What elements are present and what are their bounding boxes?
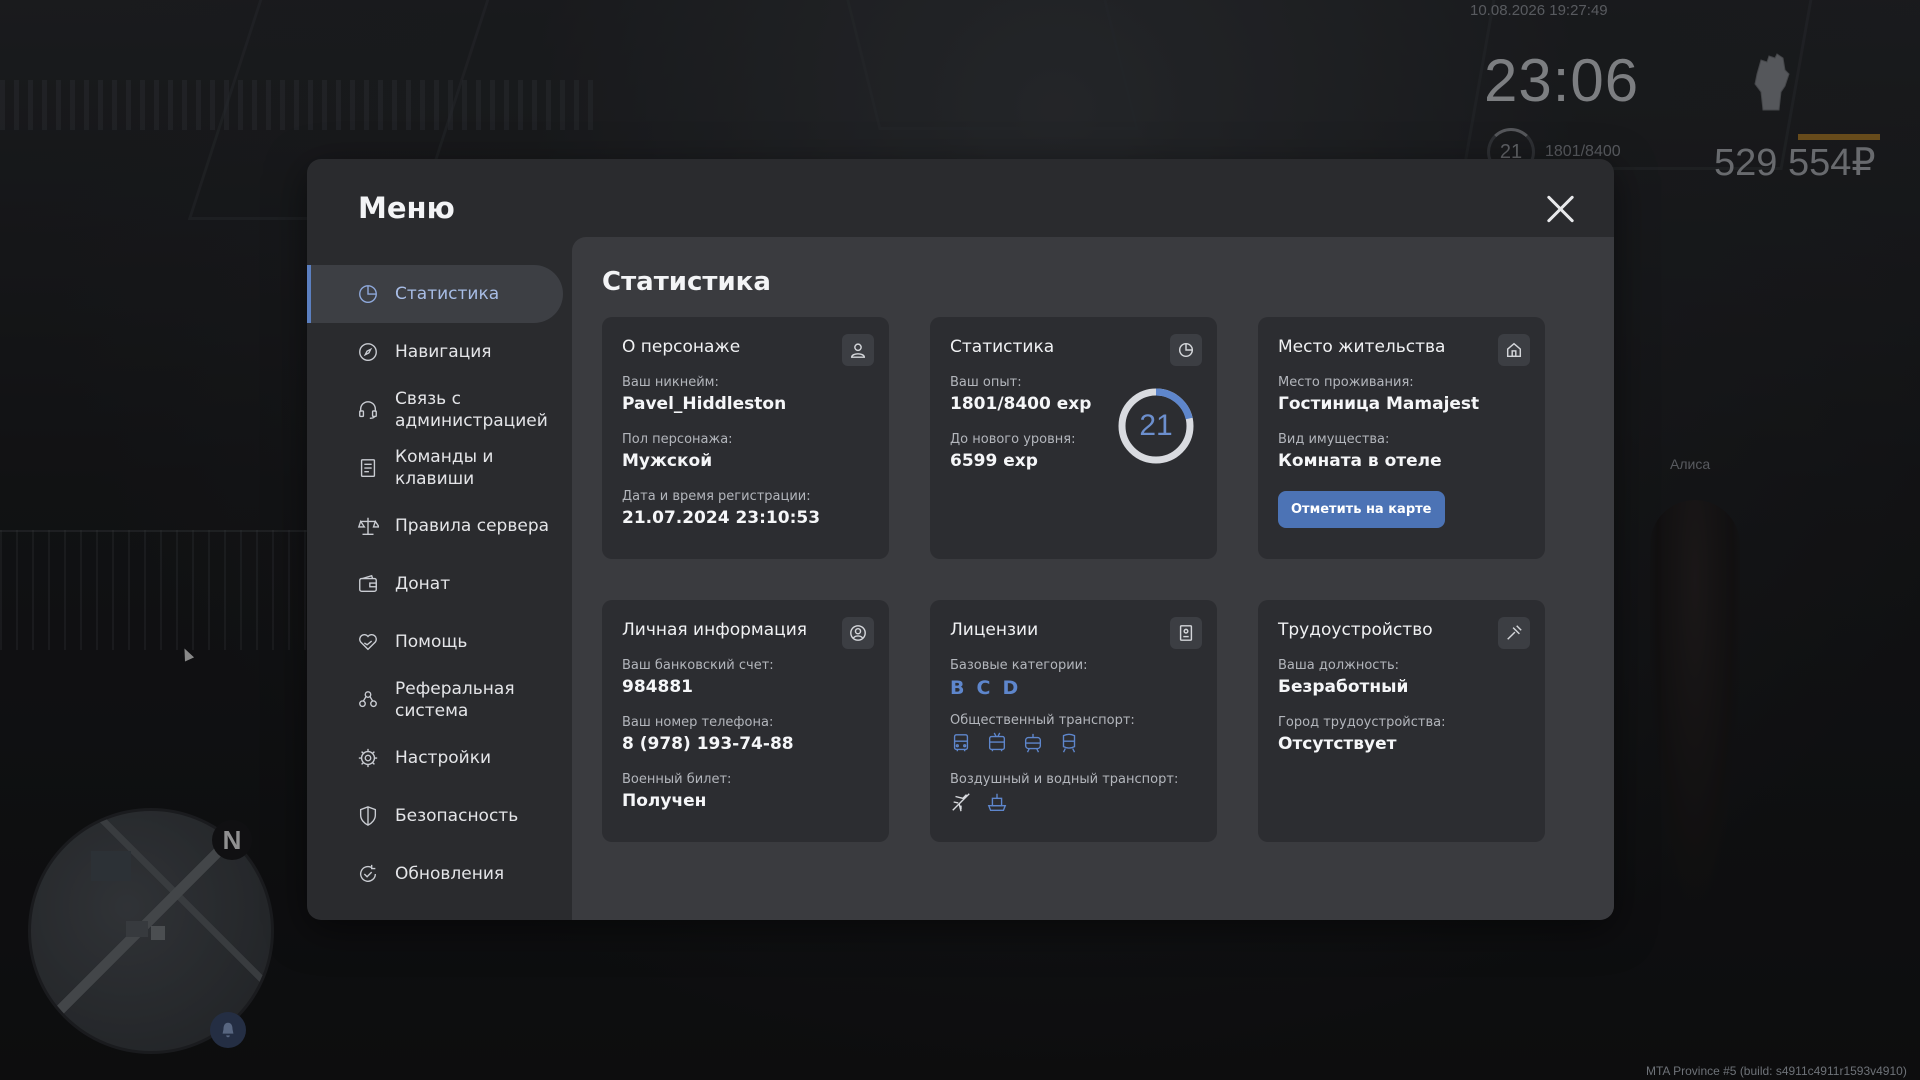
employment-card: Трудоустройство Ваша должность: Безработ… — [1258, 600, 1545, 842]
category-c: C — [976, 677, 991, 699]
sidebar-item-security[interactable]: Безопасность — [307, 787, 563, 845]
bus-icon — [950, 732, 972, 758]
place-value: Гостиница Mamajest — [1278, 394, 1480, 414]
train-icon — [1058, 732, 1080, 758]
people-icon — [356, 688, 380, 712]
card-title: Место жительства — [1278, 337, 1446, 357]
air-water-icons — [950, 791, 1197, 817]
sidebar-item-donate[interactable]: Донат — [307, 555, 563, 613]
mark-on-map-button[interactable]: Отметить на карте — [1278, 491, 1445, 528]
property-label: Вид имущества: — [1278, 432, 1390, 447]
plane-icon — [950, 791, 972, 817]
pie-chart-icon — [356, 282, 380, 306]
military-label: Военный билет: — [622, 772, 732, 787]
job-city-value: Отсутствует — [1278, 734, 1397, 754]
level-number: 21 — [1139, 409, 1173, 442]
user-icon — [842, 334, 874, 366]
reg-label: Дата и время регистрации: — [622, 489, 811, 504]
content-panel: Статистика О персонаже Ваш никнейм: Pave… — [572, 237, 1614, 920]
gender-label: Пол персонажа: — [622, 432, 733, 447]
shield-icon — [356, 804, 380, 828]
heart-hand-icon — [356, 630, 380, 654]
sidebar-item-label: Статистика — [395, 284, 500, 304]
document-icon — [356, 456, 380, 480]
sidebar-item-rules[interactable]: Правила сервера — [307, 497, 563, 555]
category-list: B C D — [950, 677, 1197, 699]
sidebar-item-label: Команды и клавиши — [395, 447, 494, 489]
sidebar-item-commands[interactable]: Команды и клавиши — [307, 439, 563, 497]
trolleybus-icon — [986, 732, 1008, 758]
bank-value: 984881 — [622, 677, 693, 697]
public-transport-label: Общественный транспорт: — [950, 713, 1135, 728]
nick-value: Pavel_Hiddleston — [622, 394, 787, 414]
position-label: Ваша должность: — [1278, 658, 1400, 673]
reg-value: 21.07.2024 23:10:53 — [622, 508, 821, 528]
gender-value: Мужской — [622, 451, 713, 471]
nick-label: Ваш никнейм: — [622, 375, 719, 390]
sidebar-item-label: Настройки — [395, 748, 492, 768]
user-circle-icon — [842, 617, 874, 649]
id-card-icon — [1170, 617, 1202, 649]
sidebar: Статистика Навигация Связь с администрац… — [307, 265, 563, 903]
sidebar-item-settings[interactable]: Настройки — [307, 729, 563, 787]
stats-card: Статистика Ваш опыт: 1801/8400 exp До но… — [930, 317, 1217, 559]
house-icon — [1498, 334, 1530, 366]
sidebar-item-label: Навигация — [395, 342, 492, 362]
sidebar-item-navigation[interactable]: Навигация — [307, 323, 563, 381]
personal-info-card: Личная информация Ваш банковский счет: 9… — [602, 600, 889, 842]
wallet-icon — [356, 572, 380, 596]
air-water-label: Воздушный и водный транспорт: — [950, 772, 1179, 787]
sidebar-item-label: Связь с администрацией — [395, 389, 548, 431]
card-title: Трудоустройство — [1278, 620, 1433, 640]
sidebar-item-statistics[interactable]: Статистика — [307, 265, 563, 323]
sidebar-item-referral[interactable]: Реферальная система — [307, 671, 563, 729]
category-b: B — [950, 677, 965, 699]
character-card: О персонаже Ваш никнейм: Pavel_Hiddlesto… — [602, 317, 889, 559]
card-title: Статистика — [950, 337, 1055, 357]
tram-icon — [1022, 732, 1044, 758]
boat-icon — [986, 791, 1008, 817]
position-value: Безработный — [1278, 677, 1409, 697]
card-title: О персонаже — [622, 337, 741, 357]
menu-window: Меню Статистика Навигация Связь с админи… — [307, 159, 1614, 920]
sidebar-item-label: Донат — [395, 574, 451, 594]
sidebar-item-admin-contact[interactable]: Связь с администрацией — [307, 381, 563, 439]
scales-icon — [356, 514, 380, 538]
refresh-check-icon — [356, 862, 380, 886]
sidebar-item-updates[interactable]: Обновления — [307, 845, 563, 903]
job-city-label: Город трудоустройства: — [1278, 715, 1446, 730]
page-title: Статистика — [602, 267, 771, 297]
licenses-card: Лицензии Базовые категории: B C D Общест… — [930, 600, 1217, 842]
gear-icon — [356, 746, 380, 770]
public-transport-icons — [950, 732, 1197, 758]
card-title: Личная информация — [622, 620, 808, 640]
sidebar-item-label: Правила сервера — [395, 516, 550, 536]
residence-card: Место жительства Место проживания: Гости… — [1258, 317, 1545, 559]
phone-value: 8 (978) 193-74-88 — [622, 734, 794, 754]
hammer-icon — [1498, 617, 1530, 649]
sidebar-item-label: Безопасность — [395, 806, 519, 826]
close-button[interactable] — [1544, 193, 1576, 225]
military-value: Получен — [622, 791, 707, 811]
property-value: Комната в отеле — [1278, 451, 1442, 471]
place-label: Место проживания: — [1278, 375, 1414, 390]
sidebar-item-help[interactable]: Помощь — [307, 613, 563, 671]
base-categories-label: Базовые категории: — [950, 658, 1088, 673]
sidebar-item-label: Реферальная система — [395, 679, 515, 721]
sidebar-item-label: Помощь — [395, 632, 468, 652]
build-info: MTA Province #5 (build: s4911c4911r1593v… — [1646, 1064, 1907, 1078]
pie-chart-icon — [1170, 334, 1202, 366]
card-title: Лицензии — [950, 620, 1039, 640]
compass-icon — [356, 340, 380, 364]
menu-title: Меню — [358, 191, 455, 225]
phone-label: Ваш номер телефона: — [622, 715, 774, 730]
bank-label: Ваш банковский счет: — [622, 658, 774, 673]
headset-icon — [356, 398, 380, 422]
sidebar-item-label: Обновления — [395, 864, 505, 884]
category-d: D — [1002, 677, 1019, 699]
